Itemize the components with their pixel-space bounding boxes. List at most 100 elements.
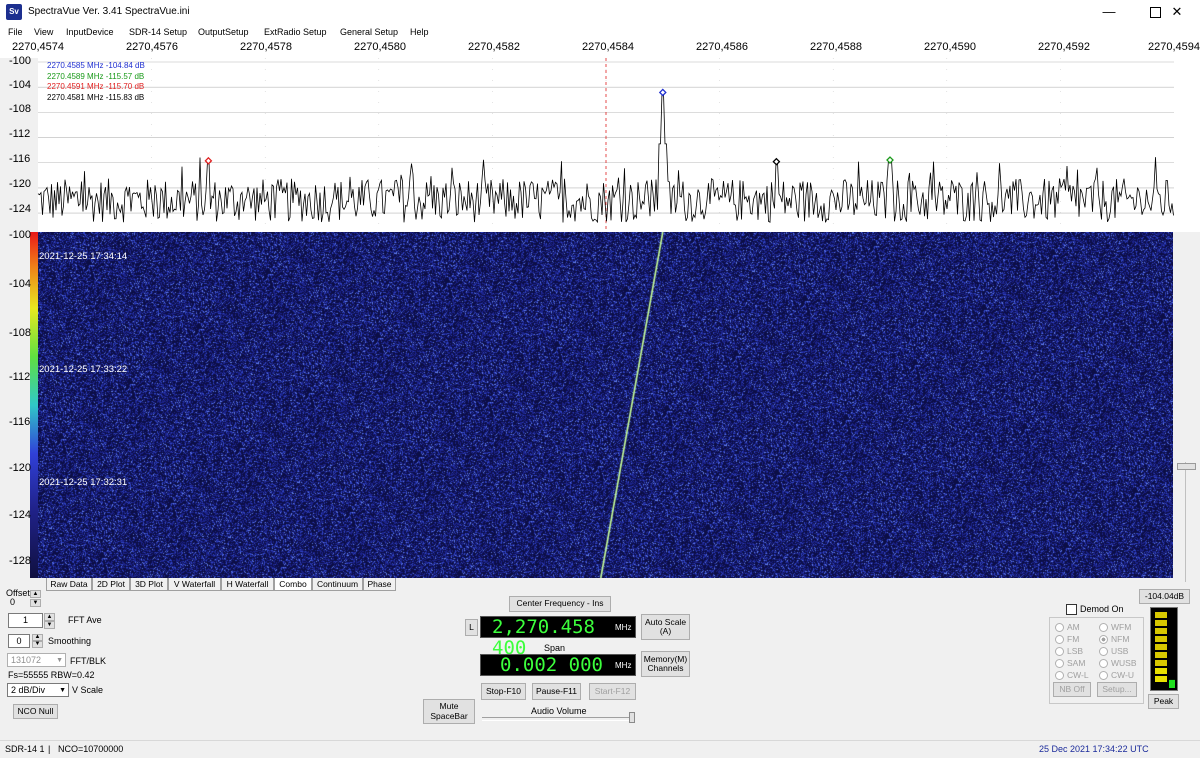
- audio-volume-slider[interactable]: [482, 717, 632, 721]
- radio-icon: [1055, 623, 1064, 633]
- meter-segment: [1155, 636, 1167, 642]
- offset-value[interactable]: 0: [7, 597, 29, 609]
- mode-am-label: AM: [1067, 622, 1080, 632]
- y-tick: -104: [9, 79, 32, 91]
- y-tick: -124: [9, 203, 32, 215]
- level-meter-scale: [1155, 612, 1175, 688]
- waterfall-display[interactable]: -100 -104 -108 -112 -116 -120 -124 -128 …: [0, 229, 1200, 582]
- mode-cw-l-label: CW-L: [1067, 670, 1089, 680]
- smoothing-down-button[interactable]: ▼: [32, 641, 43, 648]
- mute-button[interactable]: Mute SpaceBar: [423, 699, 475, 724]
- auto-scale-button[interactable]: Auto Scale (A): [641, 614, 690, 640]
- lock-button[interactable]: L: [465, 619, 478, 636]
- demod-setup-button[interactable]: Setup...: [1097, 682, 1137, 697]
- meter-level-bar: [1169, 679, 1175, 688]
- mode-sam-label: SAM: [1067, 658, 1086, 668]
- sample-rate-text: Fs=55555 RBW=0.42: [8, 670, 95, 680]
- center-frequency-unit: MHz: [615, 623, 632, 632]
- wf-y-tick: -112: [9, 371, 31, 383]
- tab-phase[interactable]: Phase: [363, 578, 396, 591]
- tab-raw-data[interactable]: Raw Data: [46, 578, 92, 591]
- mode-wusb-label: WUSB: [1111, 658, 1137, 668]
- fft-blk-select[interactable]: 131072 ▼: [7, 653, 66, 667]
- tab-combo[interactable]: Combo: [274, 578, 312, 591]
- waterfall-canvas: [30, 232, 1173, 578]
- mode-nfm-label: NFM: [1111, 634, 1130, 644]
- app-icon: Sv: [6, 4, 22, 20]
- meter-segment: [1155, 628, 1167, 634]
- smoothing-up-button[interactable]: ▲: [32, 634, 43, 641]
- smoothing-input[interactable]: 0: [8, 634, 30, 648]
- tab-2d-plot[interactable]: 2D Plot: [92, 578, 130, 591]
- marker-readout: 2270.4585 MHz -104.84 dB: [47, 61, 145, 70]
- level-meter: [1150, 607, 1178, 691]
- offset-down-button[interactable]: ▼: [30, 599, 41, 607]
- stop-button[interactable]: Stop-F10: [481, 683, 526, 700]
- wf-y-tick: -120: [9, 462, 32, 474]
- mode-am[interactable]: AM: [1055, 622, 1080, 633]
- mode-cw-l[interactable]: CW-L: [1055, 670, 1089, 681]
- pause-button[interactable]: Pause-F11: [532, 683, 581, 700]
- auto-scale-key: (A): [659, 626, 672, 636]
- menu-bar: File View InputDevice SDR-14 Setup Outpu…: [0, 24, 1200, 41]
- mode-cw-u[interactable]: CW-U: [1099, 670, 1134, 681]
- demod-on-checkbox[interactable]: [1066, 604, 1077, 615]
- minimize-button[interactable]: —: [1086, 0, 1132, 24]
- mode-fm[interactable]: FM: [1055, 634, 1079, 645]
- menu-view[interactable]: View: [34, 27, 53, 37]
- tab-continuum[interactable]: Continuum: [312, 578, 363, 591]
- marker-readout: 2270.4581 MHz -115.83 dB: [47, 92, 145, 102]
- span-display[interactable]: 0.002 000 MHz: [480, 654, 636, 676]
- mode-lsb[interactable]: LSB: [1055, 646, 1083, 657]
- menu-extradio-setup[interactable]: ExtRadio Setup: [264, 27, 327, 37]
- fft-ave-up-button[interactable]: ▲: [44, 613, 55, 621]
- y-tick: -100: [9, 55, 32, 67]
- span-value: 0.002 000: [500, 654, 603, 676]
- offset-up-button[interactable]: ▲: [30, 590, 41, 598]
- mode-sam[interactable]: SAM: [1055, 658, 1086, 669]
- tab-v-waterfall[interactable]: V Waterfall: [168, 578, 221, 591]
- fft-ave-down-button[interactable]: ▼: [44, 621, 55, 629]
- tab-h-waterfall[interactable]: H Waterfall: [221, 578, 274, 591]
- tab-3d-plot[interactable]: 3D Plot: [130, 578, 168, 591]
- menu-general-setup[interactable]: General Setup: [340, 27, 398, 37]
- nb-off-button[interactable]: NB Off: [1053, 682, 1091, 697]
- spectrum-plot[interactable]: -100 -104 -108 -112 -116 -120 -124 2270.…: [0, 55, 1200, 232]
- center-frequency-button[interactable]: Center Frequency - Ins: [509, 596, 611, 612]
- close-button[interactable]: ✕: [1154, 0, 1200, 24]
- mode-wfm[interactable]: WFM: [1099, 622, 1131, 633]
- span-unit: MHz: [615, 661, 632, 670]
- radio-icon: [1099, 647, 1108, 657]
- close-icon: ✕: [1171, 4, 1183, 19]
- wf-y-tick: -100: [9, 229, 32, 241]
- mode-usb[interactable]: USB: [1099, 646, 1128, 657]
- freq-tick: 2270,4576: [126, 41, 178, 53]
- waterfall-slider-thumb[interactable]: [1177, 463, 1196, 470]
- vscale-select[interactable]: 2 dB/Div ▼: [7, 683, 69, 697]
- menu-inputdevice[interactable]: InputDevice: [66, 27, 114, 37]
- menu-file[interactable]: File: [8, 27, 23, 37]
- radio-icon: [1055, 671, 1064, 681]
- spectrum-svg: [0, 58, 1200, 232]
- start-button[interactable]: Start-F12: [589, 683, 636, 700]
- y-tick: -108: [9, 103, 32, 115]
- waterfall-timestamp: 2021-12-25 17:34:14: [39, 251, 128, 262]
- nco-null-button[interactable]: NCO Null: [13, 704, 58, 719]
- mode-wusb[interactable]: WUSB: [1099, 658, 1137, 669]
- radio-icon: [1055, 659, 1064, 669]
- wf-y-tick: -124: [9, 509, 32, 521]
- color-scale-bar: [30, 232, 38, 578]
- peak-button[interactable]: Peak: [1148, 694, 1179, 709]
- wf-y-tick: -128: [9, 555, 32, 567]
- mode-nfm[interactable]: NFM: [1099, 634, 1130, 645]
- memory-channels-button[interactable]: Memory(M) Channels: [641, 651, 690, 677]
- freq-tick: 2270,4584: [582, 41, 634, 53]
- menu-outputsetup[interactable]: OutputSetup: [198, 27, 249, 37]
- fft-ave-input[interactable]: 1: [8, 613, 43, 628]
- center-frequency-display[interactable]: 2,270.458 400 MHz: [480, 616, 636, 659]
- menu-help[interactable]: Help: [410, 27, 429, 37]
- meter-segment: [1155, 660, 1167, 666]
- audio-volume-thumb[interactable]: [629, 712, 635, 723]
- menu-sdr14-setup[interactable]: SDR-14 Setup: [129, 27, 187, 37]
- radio-icon: [1055, 647, 1064, 657]
